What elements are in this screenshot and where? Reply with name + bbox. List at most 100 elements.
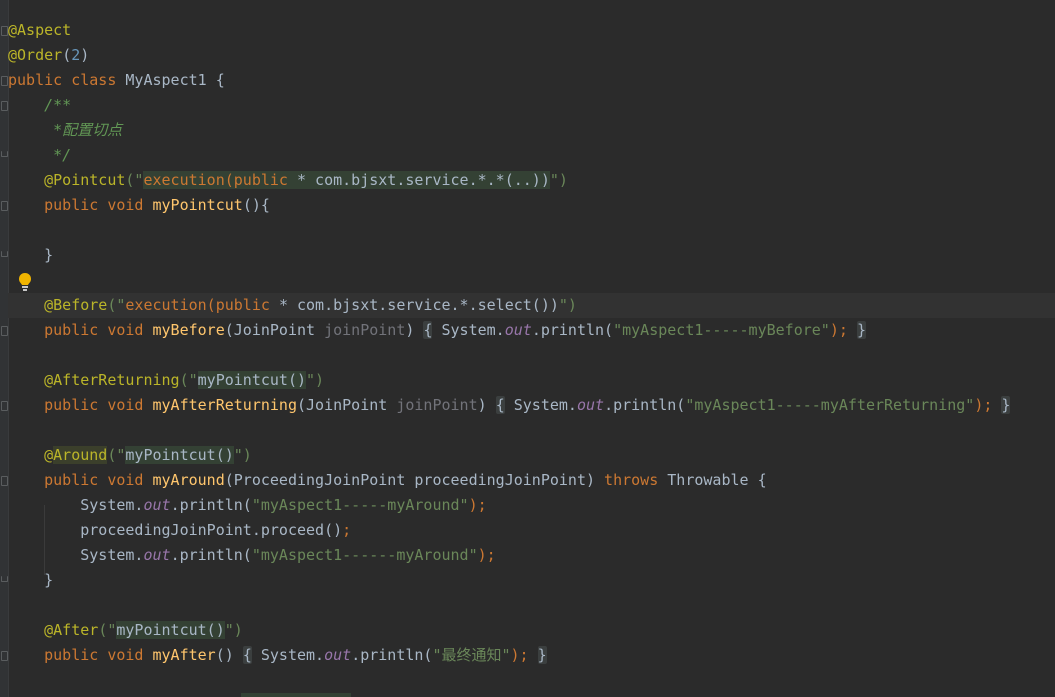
code-token: } bbox=[856, 321, 866, 339]
code-token: public void bbox=[44, 196, 153, 214]
code-line[interactable]: @Order(2) bbox=[8, 43, 1055, 68]
code-token: (){ bbox=[242, 196, 270, 214]
code-token: .println( bbox=[170, 496, 252, 514]
fold-marker-icon[interactable] bbox=[1, 251, 8, 257]
fold-marker-icon[interactable] bbox=[1, 151, 8, 157]
code-token: System. bbox=[8, 496, 144, 514]
code-token: public void bbox=[44, 646, 153, 664]
code-token: ") bbox=[558, 296, 577, 314]
code-line[interactable]: } bbox=[8, 568, 1055, 593]
code-token: .println( bbox=[351, 646, 433, 664]
code-line[interactable]: public void myAfter() { System.out.print… bbox=[8, 643, 1055, 668]
code-line[interactable]: public void myAfterReturning(JoinPoint j… bbox=[8, 393, 1055, 418]
fold-marker-icon[interactable] bbox=[1, 576, 8, 582]
code-line[interactable]: @Pointcut("execution(public * com.bjsxt.… bbox=[8, 168, 1055, 193]
code-line[interactable]: public void myBefore(JoinPoint joinPoint… bbox=[8, 318, 1055, 343]
fold-marker-icon[interactable] bbox=[1, 401, 8, 411]
code-token: .println( bbox=[604, 396, 686, 414]
code-token: (" bbox=[125, 171, 144, 189]
code-token: } bbox=[1001, 396, 1011, 414]
code-token: { bbox=[242, 646, 252, 664]
code-token: public void bbox=[44, 471, 153, 489]
code-token: myPointcut() bbox=[116, 621, 225, 639]
code-token: * com.bjsxt.service.*.*(..)) bbox=[297, 171, 550, 189]
code-token: "myAspect1-----myAround" bbox=[251, 496, 469, 514]
code-token: (" bbox=[107, 296, 126, 314]
fold-marker-icon[interactable] bbox=[1, 476, 8, 486]
code-line[interactable] bbox=[8, 593, 1055, 618]
code-token: myAfter bbox=[152, 646, 216, 664]
code-token: @AfterReturning bbox=[44, 371, 180, 389]
code-token: /** bbox=[44, 96, 72, 114]
code-token: (" bbox=[179, 371, 198, 389]
fold-marker-icon[interactable] bbox=[1, 26, 8, 36]
code-line[interactable]: System.out.println("myAspect1------myAro… bbox=[8, 543, 1055, 568]
code-token: out bbox=[324, 646, 352, 664]
code-line[interactable]: */ bbox=[8, 143, 1055, 168]
code-token: public class bbox=[8, 71, 126, 89]
code-token: myAfterReturning bbox=[152, 396, 298, 414]
code-line[interactable]: /** bbox=[8, 93, 1055, 118]
code-line[interactable] bbox=[8, 218, 1055, 243]
fold-marker-icon[interactable] bbox=[1, 651, 8, 661]
code-line[interactable]: public void myAround(ProceedingJoinPoint… bbox=[8, 468, 1055, 493]
code-editor[interactable]: @Aspect @Order(2) public class MyAspect1 {… bbox=[0, 0, 1055, 697]
code-line[interactable]: System.out.println("myAspect1-----myArou… bbox=[8, 493, 1055, 518]
code-token: System. bbox=[251, 646, 325, 664]
code-line[interactable]: *配置切点 bbox=[8, 118, 1055, 143]
code-token: ); bbox=[974, 396, 993, 414]
code-token: ) bbox=[405, 321, 424, 339]
code-token: execution( bbox=[143, 171, 234, 189]
code-token: public bbox=[215, 296, 279, 314]
code-token: ") bbox=[549, 171, 568, 189]
code-token: myBefore bbox=[152, 321, 225, 339]
code-token: () bbox=[215, 646, 243, 664]
code-token: "myAspect1------myAround" bbox=[251, 546, 478, 564]
lightbulb-icon[interactable] bbox=[17, 272, 33, 292]
code-line[interactable]: } bbox=[8, 243, 1055, 268]
code-token: ) bbox=[80, 46, 90, 64]
code-token: ") bbox=[224, 621, 243, 639]
code-line[interactable]: @Aspect bbox=[8, 18, 1055, 43]
code-token: ) bbox=[477, 396, 496, 414]
code-token: *配置切点 bbox=[53, 121, 123, 139]
code-token: "最终通知" bbox=[432, 646, 511, 664]
code-token: proceedingJoinPoint.proceed() bbox=[8, 521, 343, 539]
code-token: public void bbox=[44, 396, 153, 414]
code-line[interactable]: @AfterReturning("myPointcut()") bbox=[8, 368, 1055, 393]
code-token: ") bbox=[233, 446, 252, 464]
code-token: execution( bbox=[125, 296, 216, 314]
code-token: ); bbox=[829, 321, 848, 339]
fold-marker-icon[interactable] bbox=[1, 326, 8, 336]
code-token: @Before bbox=[44, 296, 108, 314]
code-line[interactable]: @After("myPointcut()") bbox=[8, 618, 1055, 643]
code-line[interactable]: public class MyAspect1 { bbox=[8, 68, 1055, 93]
code-token: System. bbox=[432, 321, 505, 339]
code-token: public bbox=[233, 171, 297, 189]
code-line[interactable]: @Around("myPointcut()") bbox=[8, 443, 1055, 468]
code-token: } bbox=[8, 246, 54, 264]
code-token: 2 bbox=[71, 46, 81, 64]
code-line[interactable] bbox=[8, 343, 1055, 368]
code-line[interactable]: public void myPointcut(){ bbox=[8, 193, 1055, 218]
code-line[interactable] bbox=[8, 418, 1055, 443]
code-token: "myAspect1-----myAfterReturning" bbox=[685, 396, 975, 414]
code-line[interactable]: @Before("execution(public * com.bjsxt.se… bbox=[8, 293, 1055, 318]
code-token: out bbox=[504, 321, 532, 339]
code-line[interactable]: proceedingJoinPoint.proceed(); bbox=[8, 518, 1055, 543]
fold-marker-icon[interactable] bbox=[1, 76, 8, 86]
code-token: ; bbox=[342, 521, 352, 539]
fold-marker-icon[interactable] bbox=[1, 101, 8, 111]
fold-marker-icon[interactable] bbox=[1, 201, 8, 211]
code-line[interactable] bbox=[8, 268, 1055, 293]
code-token: out bbox=[576, 396, 605, 414]
